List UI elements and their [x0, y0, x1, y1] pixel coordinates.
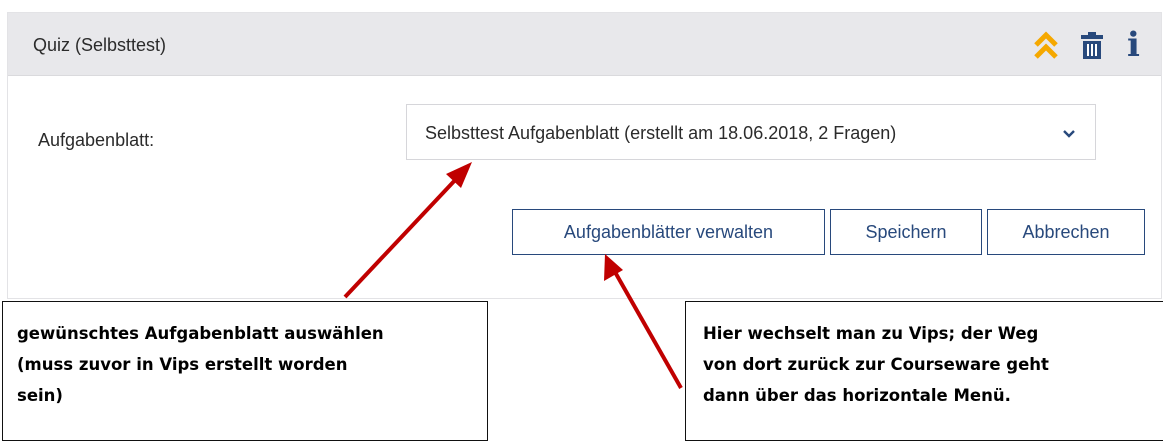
annotation-left-line: (muss zuvor in Vips erstellt worden [17, 355, 348, 374]
double-chevron-up-icon[interactable] [1033, 29, 1059, 61]
annotation-right-line: dann über das horizontale Menü. [703, 386, 1011, 405]
annotation-right: Hier wechselt man zu Vips; der Weg von d… [685, 301, 1163, 441]
worksheet-select[interactable]: Selbsttest Aufgabenblatt (erstellt am 18… [406, 104, 1096, 160]
block-title: Quiz (Selbsttest) [33, 35, 167, 55]
annotation-left-line: sein) [17, 386, 63, 405]
cancel-button[interactable]: Abbrechen [987, 209, 1145, 255]
worksheet-select-value: Selbsttest Aufgabenblatt (erstellt am 18… [425, 123, 897, 143]
chevron-down-icon [1063, 126, 1075, 144]
worksheet-label: Aufgabenblatt: [38, 130, 155, 150]
annotation-right-line: von dort zurück zur Courseware geht [703, 355, 1049, 374]
courseware-block-panel: Quiz (Selbsttest) i Aufgabenblatt: Selbs… [7, 12, 1162, 299]
annotation-left: gewünschtes Aufgabenblatt auswählen (mus… [2, 301, 488, 441]
block-header: Quiz (Selbsttest) i [8, 13, 1161, 76]
manage-worksheets-button[interactable]: Aufgabenblätter verwalten [512, 209, 825, 255]
annotation-left-line: gewünschtes Aufgabenblatt auswählen [17, 324, 384, 343]
trash-icon[interactable] [1081, 29, 1103, 61]
annotation-right-line: Hier wechselt man zu Vips; der Weg [703, 324, 1039, 343]
save-button[interactable]: Speichern [830, 209, 982, 255]
info-icon[interactable]: i [1127, 28, 1140, 62]
